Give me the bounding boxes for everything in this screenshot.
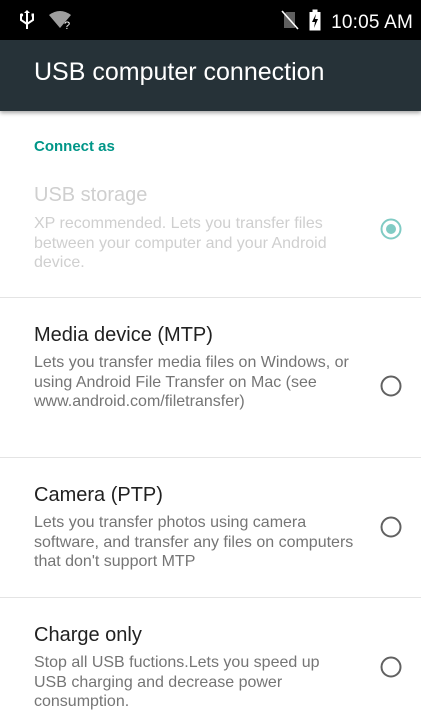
status-left-icons: ? <box>19 10 74 35</box>
option-camera-ptp[interactable]: Camera (PTP) Lets you transfer photos us… <box>0 479 421 597</box>
option-title: USB storage <box>34 184 148 206</box>
no-sim-icon <box>281 10 299 35</box>
status-right-icons: 10:05 AM <box>281 9 413 36</box>
radio-selected-icon[interactable] <box>380 218 402 240</box>
option-charge-only[interactable]: Charge only Stop all USB fuctions.Lets y… <box>0 619 421 711</box>
radio-unselected-icon[interactable] <box>380 516 402 538</box>
wifi-no-internet-icon: ? <box>48 10 74 35</box>
option-title: Charge only <box>34 624 142 646</box>
option-title: Camera (PTP) <box>34 484 163 506</box>
option-summary: XP recommended. Lets you transfer files … <box>34 215 327 271</box>
usb-icon <box>19 10 35 35</box>
divider <box>0 297 421 298</box>
page-title: USB computer connection <box>34 58 325 86</box>
status-bar: ? 10:05 AM <box>0 0 421 40</box>
status-time: 10:05 AM <box>331 11 413 33</box>
divider <box>0 597 421 598</box>
radio-unselected-icon[interactable] <box>380 375 402 397</box>
section-header-connect-as: Connect as <box>34 138 115 155</box>
app-bar: USB computer connection <box>0 40 421 111</box>
option-media-device-mtp[interactable]: Media device (MTP) Lets you transfer med… <box>0 319 421 457</box>
svg-text:?: ? <box>64 20 70 30</box>
radio-unselected-icon[interactable] <box>380 656 402 678</box>
option-summary: Lets you transfer media files on Windows… <box>34 354 349 410</box>
option-title: Media device (MTP) <box>34 324 213 346</box>
option-usb-storage[interactable]: USB storage XP recommended. Lets you tra… <box>0 180 421 297</box>
option-summary: Lets you transfer photos using camera so… <box>34 514 354 570</box>
divider <box>0 457 421 458</box>
battery-charging-icon <box>309 9 321 36</box>
option-summary: Stop all USB fuctions.Lets you speed up … <box>34 654 320 710</box>
